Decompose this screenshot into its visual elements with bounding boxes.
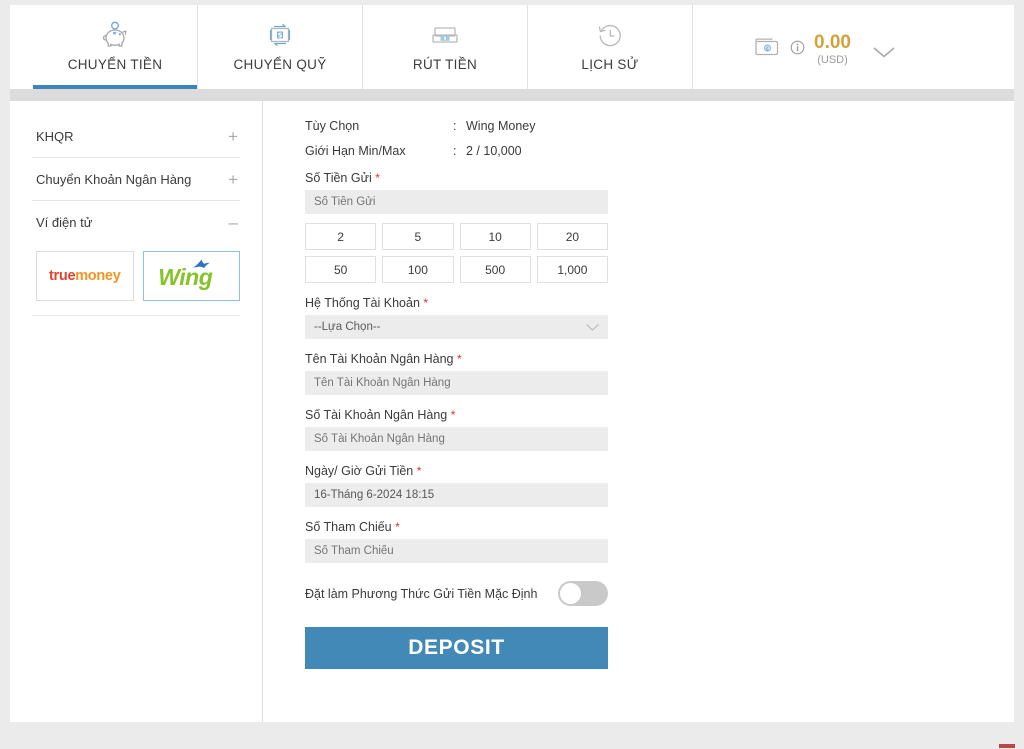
account-system-value: --Lựa Chọn-- [314, 321, 381, 333]
payment-method-sidebar: KHQR + Chuyển Khoản Ngân Hàng + Ví điện … [10, 101, 262, 722]
quick-amount-row: 2 5 10 20 [305, 223, 608, 250]
quick-amount-button[interactable]: 5 [382, 223, 454, 250]
tab-label: CHUYỂN QUỸ [233, 57, 327, 72]
svg-text:¢: ¢ [766, 46, 769, 52]
required-mark: * [375, 171, 380, 185]
deposit-button[interactable]: DEPOSIT [305, 627, 608, 669]
wallet-icon: ¢ [754, 36, 781, 63]
balance-currency: (USD) [817, 54, 848, 66]
default-method-row: Đặt làm Phương Thức Gửi Tiền Mặc Định [305, 581, 608, 606]
truemoney-logo-part2: money [75, 268, 121, 284]
info-key: Giới Hạn Min/Max [305, 144, 406, 158]
sidebar-item-label: Chuyển Khoản Ngân Hàng [36, 172, 192, 187]
svg-text:$: $ [278, 32, 283, 40]
plus-icon[interactable]: + [228, 128, 238, 145]
sidebar-item-bank-transfer[interactable]: Chuyển Khoản Ngân Hàng + [32, 158, 240, 201]
required-mark: * [456, 352, 462, 366]
datetime-label-text: Ngày/ Giờ Gửi Tiền [305, 464, 414, 478]
atm-withdraw-icon [430, 17, 460, 53]
reference-input[interactable] [305, 539, 608, 563]
sidebar-item-ewallet[interactable]: Ví điện tử – [32, 201, 240, 243]
quick-amount-button[interactable]: 500 [459, 256, 531, 283]
truemoney-logo: truemoney [49, 268, 121, 284]
main-tabbar: CHUYỂN TIỀN $ CHUYỂN QUỸ RÚT TIỀN LỊCH S… [10, 5, 1014, 89]
wallet-option-truemoney[interactable]: truemoney [36, 251, 134, 301]
amount-input[interactable] [305, 190, 608, 214]
required-mark: * [450, 408, 456, 422]
required-mark: * [416, 464, 422, 478]
default-method-label: Đặt làm Phương Thức Gửi Tiền Mặc Định [305, 586, 538, 601]
bank-name-label: Tên Tài Khoản Ngân Hàng * [305, 352, 1014, 366]
reference-label-text: Số Tham Chiếu [305, 520, 392, 534]
bank-number-input[interactable] [305, 427, 608, 451]
info-row-option: Tùy Chọn : Wing Money [305, 119, 1014, 133]
page-bottom-accent [999, 744, 1015, 748]
plus-icon[interactable]: + [228, 171, 238, 188]
info-value: Wing Money [466, 119, 536, 133]
tab-label: CHUYỂN TIỀN [67, 57, 163, 72]
bird-icon [192, 258, 212, 277]
reference-label: Số Tham Chiếu * [305, 520, 1014, 534]
quick-amount-button[interactable]: 50 [305, 256, 377, 283]
quick-amount-row: 50 100 500 1,000 [305, 256, 608, 283]
tab-chuyen-quy[interactable]: $ CHUYỂN QUỸ [198, 5, 363, 89]
quick-amount-button[interactable]: 2 [305, 223, 377, 250]
tab-chuyen-tien[interactable]: CHUYỂN TIỀN [33, 5, 198, 89]
info-key: Tùy Chọn [305, 119, 360, 133]
transfer-funds-icon: $ [266, 17, 294, 53]
account-system-label-text: Hệ Thống Tài Khoản [305, 296, 420, 310]
chevron-down-icon[interactable] [872, 46, 895, 58]
toggle-knob [560, 583, 581, 604]
tab-lich-su[interactable]: LỊCH SỬ [528, 5, 693, 89]
quick-amount-button[interactable]: 1,000 [536, 256, 608, 283]
account-system-select[interactable]: --Lựa Chọn-- [305, 315, 608, 339]
datetime-label: Ngày/ Giờ Gửi Tiền * [305, 464, 1014, 478]
amount-label-text: Số Tiền Gửi [305, 171, 372, 185]
sidebar-item-khqr[interactable]: KHQR + [32, 115, 240, 158]
tab-label: LỊCH SỬ [581, 57, 639, 72]
wallet-option-wing[interactable]: Wing [142, 251, 240, 301]
deposit-form: Tùy Chọn : Wing Money Giới Hạn Min/Max :… [263, 101, 1014, 722]
content-area: KHQR + Chuyển Khoản Ngân Hàng + Ví điện … [10, 101, 1014, 722]
quick-amount-button[interactable]: 10 [459, 223, 531, 250]
quick-amount-button[interactable]: 20 [536, 223, 608, 250]
required-mark: * [423, 296, 429, 310]
balance-amount: 0.00 [814, 32, 851, 53]
history-clock-icon [596, 17, 624, 53]
sidebar-item-label: Ví điện tử [36, 215, 93, 230]
balance-widget[interactable]: ¢ 0.00 (USD) [754, 33, 895, 66]
account-system-label: Hệ Thống Tài Khoản * [305, 296, 1014, 310]
info-value: 2 / 10,000 [466, 144, 522, 158]
datetime-input[interactable]: 16-Tháng 6-2024 18:15 [305, 483, 608, 507]
info-separator: : [453, 119, 457, 133]
app-window: CHUYỂN TIỀN $ CHUYỂN QUỸ RÚT TIỀN LỊCH S… [10, 5, 1014, 722]
truemoney-logo-part1: true [49, 268, 76, 284]
bank-name-input[interactable] [305, 371, 608, 395]
quick-amount-button[interactable]: 100 [382, 256, 454, 283]
bank-number-label-text: Số Tài Khoản Ngân Hàng [305, 408, 448, 422]
info-icon[interactable] [790, 40, 805, 60]
wing-logo: Wing [156, 258, 226, 294]
amount-label: Số Tiền Gửi * [305, 171, 1014, 185]
piggy-bank-icon [100, 17, 130, 53]
sidebar-item-label: KHQR [36, 129, 74, 144]
quick-amount-grid: 2 5 10 20 50 100 500 1,000 [305, 223, 608, 283]
tabbar-left-pad [10, 5, 33, 89]
header-separator-strip [10, 89, 1014, 101]
bank-number-label: Số Tài Khoản Ngân Hàng * [305, 408, 1014, 422]
required-mark: * [395, 520, 400, 534]
bank-name-label-text: Tên Tài Khoản Ngân Hàng [305, 352, 454, 366]
info-row-limit: Giới Hạn Min/Max : 2 / 10,000 [305, 144, 1014, 158]
default-method-toggle[interactable] [558, 581, 608, 606]
chevron-down-icon [585, 323, 599, 331]
minus-icon[interactable]: – [229, 214, 238, 231]
info-separator: : [453, 144, 457, 158]
wallet-options: truemoney Wing [32, 243, 240, 316]
tab-label: RÚT TIỀN [412, 57, 478, 72]
tab-rut-tien[interactable]: RÚT TIỀN [363, 5, 528, 89]
balance-amount-block: 0.00 (USD) [814, 33, 851, 66]
